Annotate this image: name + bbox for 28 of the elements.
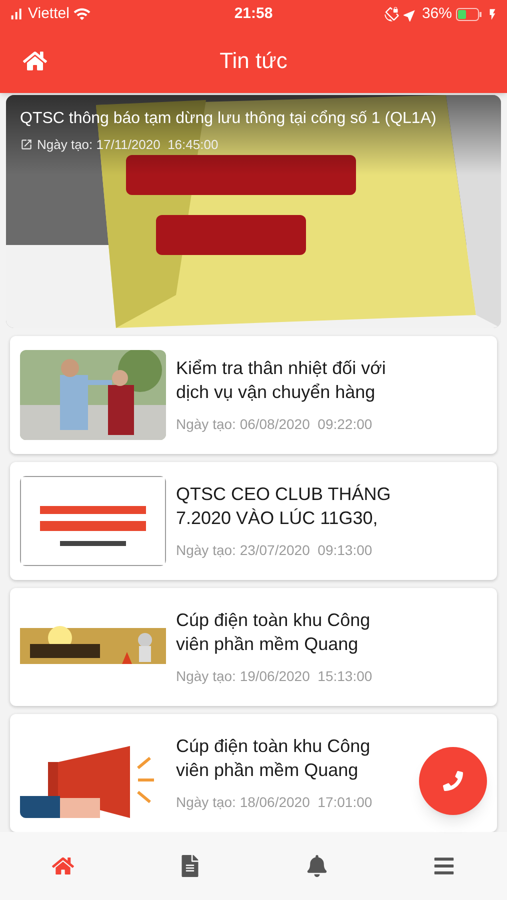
document-icon	[179, 855, 202, 877]
phone-icon	[443, 771, 463, 791]
home-icon	[23, 48, 47, 72]
menu-icon	[432, 855, 455, 877]
news-title: Cúp điện toàn khu Công viên phần mềm Quang	[176, 608, 372, 656]
status-time: 21:58	[233, 4, 274, 24]
home-icon	[52, 855, 74, 877]
news-title: Kiểm tra thân nhiệt đối với dịch vụ vận chuyển hàng	[176, 356, 387, 404]
news-card[interactable]: Kiểm tra thân nhiệt đối với dịch vụ vận chuyển hàng Ngày tạo: 06/08/2020 09:22:00	[10, 336, 497, 454]
news-title: Cúp điện toàn khu Công viên phần mềm Quang	[176, 734, 372, 782]
news-date: Ngày tạo: 18/06/2020 17:01:00	[176, 792, 374, 812]
carrier-name: Viettel	[28, 4, 70, 24]
news-date: Ngày tạo: 19/06/2020 15:13:00	[176, 666, 374, 686]
news-card[interactable]: QTSC CEO CLUB THÁNG 7.2020 VÀO LÚC 11G30, Ngày tạo: 23/07/2020 09:13:00	[10, 462, 497, 580]
battery-icon	[456, 8, 482, 20]
featured-date: Ngày tạo: 17/11/2020 16:45:00	[37, 136, 218, 154]
open-external-icon	[20, 138, 33, 152]
news-date: Ngày tạo: 23/07/2020 09:13:00	[176, 540, 374, 560]
news-card[interactable]: Cúp điện toàn khu Công viên phần mềm Quang Ngày tạo: 18/06/2020 17:01:00	[10, 714, 497, 832]
news-title: QTSC CEO CLUB THÁNG 7.2020 VÀO LÚC 11G30,	[176, 482, 392, 530]
news-date: Ngày tạo: 06/08/2020 09:22:00	[176, 414, 374, 434]
news-card[interactable]: Cúp điện toàn khu Công viên phần mềm Quang Ngày tạo: 19/06/2020 15:13:00	[10, 588, 497, 706]
featured-title: QTSC thông báo tạm dừng lưu thông tại cổng số 1 (QL1A)	[20, 109, 438, 129]
featured-news-card[interactable]: QTSC thông báo tạm dừng lưu thông tại cổng số 1 (QL1A) Ngày tạo: 17/11/2020 16:45:00	[6, 95, 501, 328]
battery-percent: 36%	[422, 4, 452, 24]
bell-icon	[306, 855, 328, 877]
page-title: Tin tức	[218, 47, 288, 75]
rotation-lock-icon	[384, 6, 399, 22]
